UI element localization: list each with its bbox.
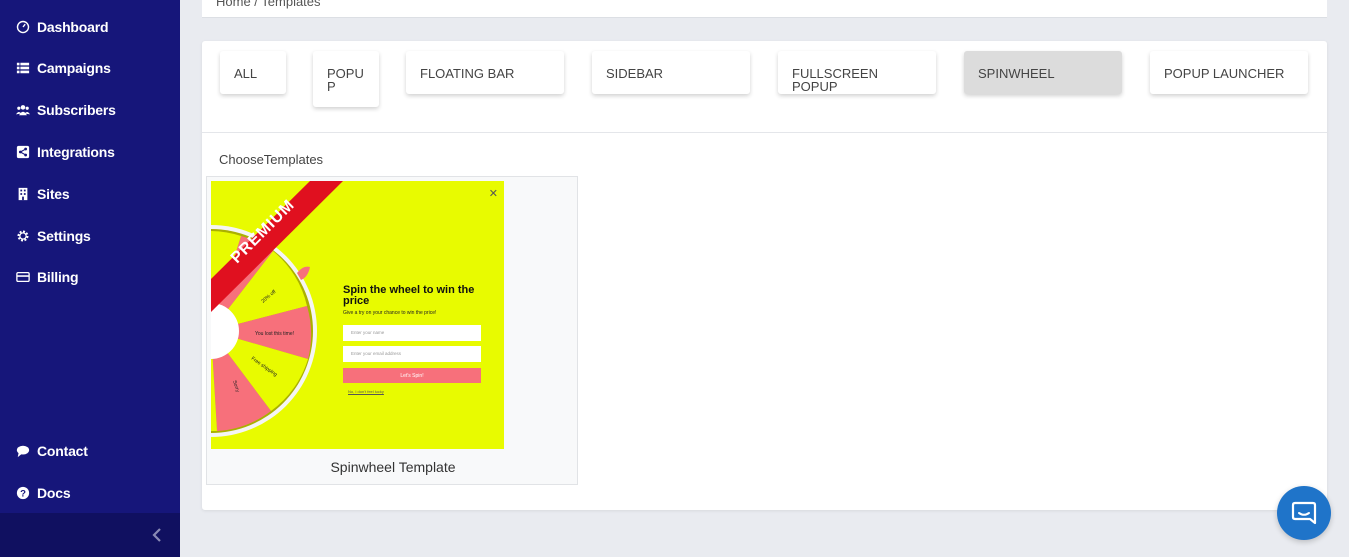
sidebar-collapse-toggle[interactable]	[0, 513, 180, 557]
sidebar-item-label: Docs	[37, 485, 71, 501]
preview-name-field: Enter your name	[343, 325, 481, 341]
sidebar-item-label: Campaigns	[37, 60, 111, 76]
comment-icon	[15, 443, 31, 459]
close-icon: ✕	[488, 188, 498, 200]
chat-launcher-button[interactable]	[1277, 486, 1331, 540]
tab-all[interactable]: ALL	[220, 51, 286, 94]
sidebar-item-label: Settings	[37, 228, 91, 244]
slice-label: You lost this time!	[255, 331, 294, 337]
sidebar-item-subscribers[interactable]: Subscribers	[15, 100, 116, 120]
preview-decline-link: No, I don't feel lucky	[348, 389, 384, 394]
sidebar-item-campaigns[interactable]: Campaigns	[15, 58, 111, 78]
template-card-spinwheel[interactable]: 20% off You lost this time! Free shippin…	[206, 176, 578, 485]
sidebar-item-label: Billing	[37, 269, 79, 285]
tab-spinwheel[interactable]: SPINWHEEL	[964, 51, 1122, 94]
credit-card-icon	[15, 269, 31, 285]
sidebar-item-contact[interactable]: Contact	[15, 441, 88, 461]
section-label: ChooseTemplates	[219, 152, 324, 167]
building-icon	[15, 186, 31, 202]
template-type-tabs: ALL POPUP FLOATING BAR SIDEBAR FULLSCREE…	[202, 41, 1327, 133]
chat-icon	[1291, 501, 1317, 525]
preview-email-field: Enter your email address	[343, 346, 481, 362]
breadcrumb-card: Home / Templates	[202, 0, 1327, 18]
template-name: Spinwheel Template	[330, 459, 456, 475]
share-icon	[15, 144, 31, 160]
sidebar-item-label: Contact	[37, 443, 88, 459]
svg-text:?: ?	[20, 489, 26, 500]
tab-popup[interactable]: POPUP	[313, 51, 379, 107]
sidebar-item-label: Dashboard	[37, 19, 109, 35]
template-preview: 20% off You lost this time! Free shippin…	[211, 181, 504, 449]
templates-panel: ALL POPUP FLOATING BAR SIDEBAR FULLSCREE…	[202, 41, 1327, 510]
dashboard-icon	[15, 19, 31, 35]
sidebar-item-billing[interactable]: Billing	[15, 267, 79, 287]
question-icon: ?	[15, 485, 31, 501]
chevron-left-icon	[152, 528, 161, 542]
sidebar-item-integrations[interactable]: Integrations	[15, 142, 115, 162]
sidebar-item-label: Subscribers	[37, 102, 116, 118]
sidebar-item-label: Integrations	[37, 144, 115, 160]
tab-fullscreen-popup[interactable]: FULLSCREEN POPUP	[778, 51, 936, 94]
sidebar-item-settings[interactable]: Settings	[15, 226, 91, 246]
list-icon	[15, 60, 31, 76]
sidebar-item-sites[interactable]: Sites	[15, 184, 70, 204]
gear-icon	[15, 228, 31, 244]
preview-title: Spin the wheel to win the price	[343, 284, 475, 307]
tab-popup-launcher[interactable]: POPUP LAUNCHER	[1150, 51, 1308, 94]
breadcrumb: Home / Templates	[216, 0, 321, 9]
sidebar-item-docs[interactable]: ? Docs	[15, 483, 71, 503]
preview-subtitle: Give a try on your chance to win the pri…	[343, 310, 437, 316]
tab-sidebar[interactable]: SIDEBAR	[592, 51, 750, 94]
preview-spin-button: Let's Spin!	[343, 368, 481, 383]
users-icon	[15, 102, 31, 118]
sidebar-item-dashboard[interactable]: Dashboard	[15, 17, 109, 37]
tab-floating-bar[interactable]: FLOATING BAR	[406, 51, 564, 94]
sidebar: Dashboard Campaigns Subscribers Integrat…	[0, 0, 180, 557]
sidebar-item-label: Sites	[37, 186, 70, 202]
